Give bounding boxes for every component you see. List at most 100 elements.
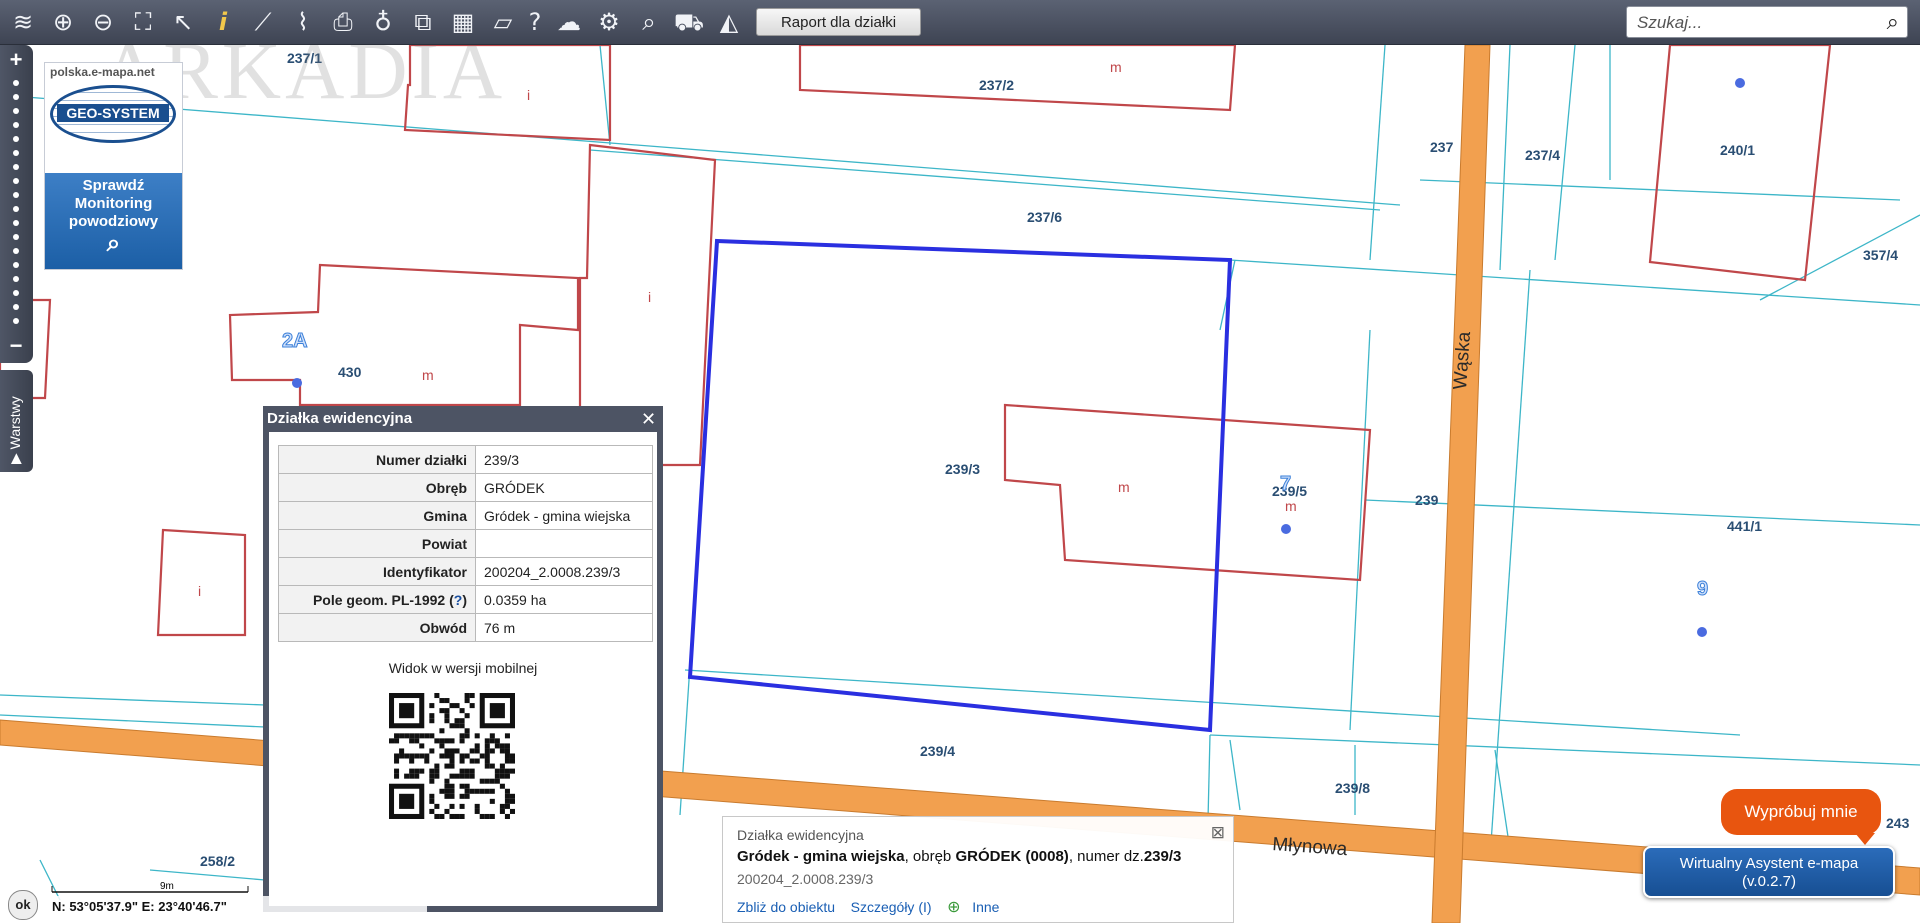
zoom-level-dot[interactable] [13, 304, 19, 310]
zoom-level-dot[interactable] [13, 206, 19, 212]
layers-panel-toggle[interactable]: ▶ Warstwy [0, 370, 33, 472]
building-type-label: m [1285, 498, 1297, 514]
parcel-report-button[interactable]: Raport dla działki [756, 8, 921, 36]
overview-icon[interactable]: ⧉ [406, 6, 440, 38]
layers-tab-label: ▶ Warstwy [7, 396, 23, 464]
plus-icon[interactable]: ⊕ [947, 899, 960, 916]
zoom-out-button[interactable]: − [4, 335, 28, 357]
print-icon[interactable]: ⎙ [326, 6, 360, 38]
qr-code[interactable] [389, 693, 515, 819]
mobile-view-label: Widok w wersji mobilnej [388, 660, 538, 676]
street-name-label: Wąska [1450, 331, 1475, 391]
parcel-label: 239/8 [1335, 780, 1370, 796]
scale-bar: 9m [51, 881, 249, 893]
zoom-level-dot[interactable] [13, 220, 19, 226]
parcel-label: 430 [338, 364, 362, 380]
top-toolbar: ≋ ⊕ ⊖ ⛶ ↖ i ⟋ ⌇ ⎙ ♁ ⧉ ▦ ▱ ? ☁ ⚙ ⌕ ⛟ ◭ Ra… [0, 0, 1920, 45]
parcel-label: 441/1 [1727, 518, 1762, 534]
map-shape-icon[interactable]: ▱ [486, 6, 520, 38]
table-row: Powiat [278, 529, 653, 558]
object-identifier: 200204_2.0008.239/3 [737, 871, 874, 887]
search-icon[interactable]: ⌕ [1887, 9, 1899, 35]
layout-icon[interactable]: ▦ [446, 6, 480, 38]
parcel-label: 239/4 [920, 743, 955, 759]
cart-icon[interactable]: ⛟ [672, 6, 706, 38]
zoom-level-dot[interactable] [13, 94, 19, 100]
zoom-level-dot[interactable] [13, 80, 19, 86]
table-row: Gmina Gródek - gmina wiejska [278, 501, 653, 530]
parcel-label: 258/2 [200, 853, 235, 869]
building-type-label: m [1118, 479, 1130, 495]
help-icon[interactable]: ? [518, 6, 552, 38]
cloud-upload-icon[interactable]: ☁ [552, 6, 586, 38]
object-description: Gródek - gmina wiejska, obręb GRÓDEK (00… [737, 848, 1182, 865]
zoom-level-dot[interactable] [13, 192, 19, 198]
flood-monitoring-link[interactable]: Sprawdź Monitoring powodziowy ⌕ [45, 173, 182, 269]
selection-info-panel: Działka ewidencyjna Gródek - gmina wiejs… [722, 816, 1234, 923]
table-row: Obwód 76 m [278, 613, 653, 642]
magnifier-icon: ⌕ [106, 230, 121, 257]
building-type-label: i [527, 87, 530, 103]
house-number-label: 2A [282, 330, 308, 352]
zoom-level-dot[interactable] [13, 262, 19, 268]
house-number-label: 7 [1280, 473, 1291, 495]
zoom-level-dot[interactable] [13, 178, 19, 184]
zoom-in-icon[interactable]: ⊕ [46, 6, 80, 38]
table-row: Numer działki 239/3 [278, 445, 653, 474]
zoom-level-dot[interactable] [13, 164, 19, 170]
table-row: Obręb GRÓDEK [278, 473, 653, 502]
info-icon[interactable]: i [206, 6, 240, 38]
zoom-level-dot[interactable] [13, 234, 19, 240]
zoom-level-dot[interactable] [13, 276, 19, 282]
details-link[interactable]: Szczegóły (I) [851, 899, 932, 915]
zoom-level-dot[interactable] [13, 108, 19, 114]
table-row: Identyfikator 200204_2.0008.239/3 [278, 557, 653, 586]
zoom-level-dot[interactable] [13, 318, 19, 324]
zoom-slider[interactable]: + − [0, 45, 33, 363]
zoom-level-dot[interactable] [13, 248, 19, 254]
selected-parcel[interactable] [687, 238, 1233, 733]
try-me-button[interactable]: Wypróbuj mnie [1721, 789, 1881, 835]
zoom-level-dot[interactable] [13, 122, 19, 128]
coordinates-readout: N: 53°05'37.9" E: 23°40'46.7" [22, 896, 427, 918]
pointer-icon[interactable]: ↖ [166, 6, 200, 38]
parcel-label: 237/4 [1525, 147, 1560, 163]
banner-site: polska.e-mapa.net [50, 65, 155, 79]
search-field[interactable]: ⌕ [1626, 6, 1908, 38]
zoom-to-object-link[interactable]: Zbliż do obiektu [737, 899, 835, 915]
search-input[interactable] [1635, 10, 1869, 36]
pin-icon[interactable]: ♁ [366, 6, 400, 38]
parcel-label: 357/4 [1863, 247, 1898, 263]
layers-icon[interactable]: ≋ [6, 6, 40, 38]
try-me-tail [1855, 833, 1875, 845]
measure-line-icon[interactable]: ⟋ [246, 6, 280, 38]
measure-area-icon[interactable]: ⌇ [286, 6, 320, 38]
popup-title: Działka ewidencyjna [267, 410, 413, 427]
parcel-label: 243 [1886, 815, 1910, 831]
settings-icon[interactable]: ⚙ [592, 6, 626, 38]
zoom-level-dot[interactable] [13, 150, 19, 156]
table-row: Pole geom. PL-1992 (?) 0.0359 ha [278, 585, 653, 614]
geo-system-logo: GEO-SYSTEM [50, 85, 176, 143]
close-icon[interactable]: ✕ [641, 409, 656, 430]
warning-icon[interactable]: ◭ [712, 6, 746, 38]
virtual-assistant-button[interactable]: Wirtualny Asystent e-mapa (v.0.2.7) [1643, 846, 1895, 898]
search-zoom-icon[interactable]: ⌕ [632, 6, 666, 38]
parcel-label: 239/3 [945, 461, 980, 477]
zoom-level-dot[interactable] [13, 290, 19, 296]
zoom-level-dot[interactable] [13, 136, 19, 142]
other-link[interactable]: Inne [972, 899, 999, 915]
zoom-in-button[interactable]: + [4, 49, 28, 71]
zoom-out-icon[interactable]: ⊖ [86, 6, 120, 38]
zoom-extent-icon[interactable]: ⛶ [126, 6, 160, 38]
building-type-label: i [648, 289, 651, 305]
parcel-attributes-table: Numer działki 239/3 Obręb GRÓDEK Gmina Gród… [278, 445, 653, 642]
close-icon[interactable]: ⊠ [1211, 823, 1225, 843]
scale-label: 9m [160, 881, 174, 892]
geo-system-banner[interactable]: polska.e-mapa.net GEO-SYSTEM Sprawdź Mon… [44, 62, 183, 270]
building-type-label: m [422, 367, 434, 383]
parcel-label: 240/1 [1720, 142, 1755, 158]
building-type-label: i [198, 583, 201, 599]
ok-button[interactable]: ok [8, 890, 38, 920]
building-type-label: m [1110, 59, 1122, 75]
